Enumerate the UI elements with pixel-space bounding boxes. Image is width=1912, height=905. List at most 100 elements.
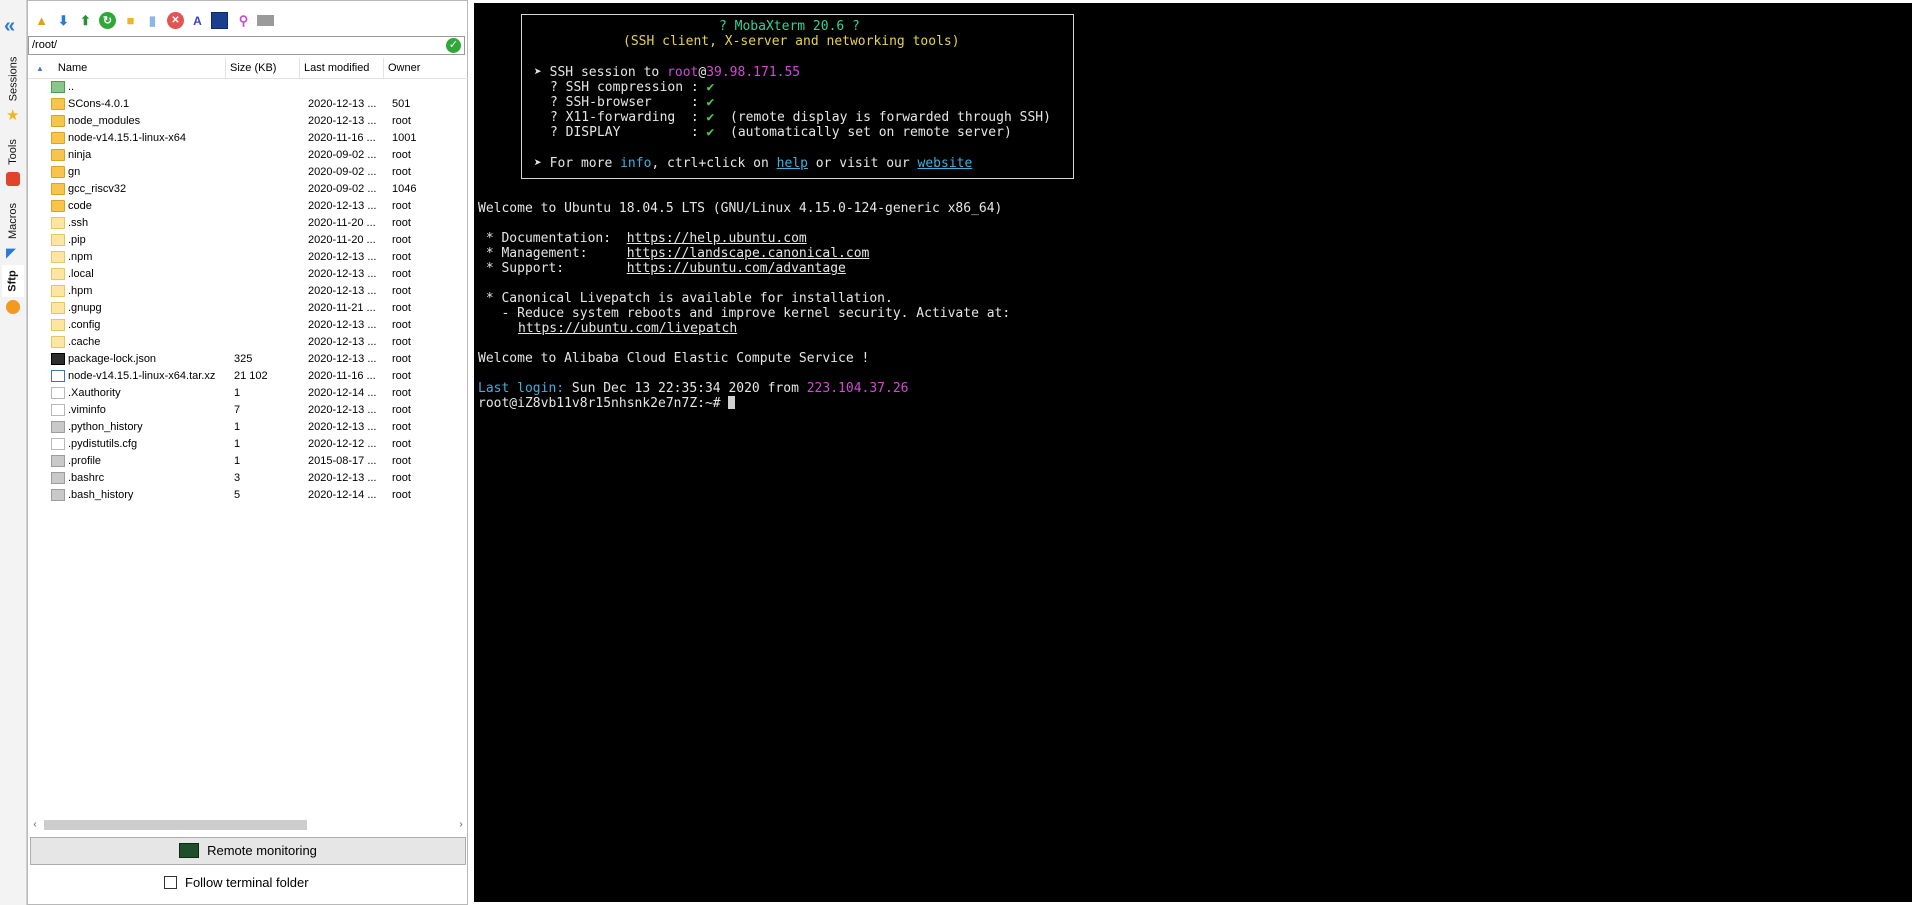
collapse-panel-icon[interactable]: « <box>4 16 15 36</box>
file-row[interactable]: .viminfo 7 2020-12-13 ... root <box>28 402 468 419</box>
path-field[interactable]: /root/ ✓ <box>28 36 465 55</box>
refresh-icon[interactable]: ↻ <box>99 12 116 29</box>
new-file-icon[interactable]: ▮ <box>144 12 161 29</box>
file-modified: 2020-12-14 ... <box>308 489 377 501</box>
management-line: * Management: https://landscape.canonica… <box>478 246 870 261</box>
file-row[interactable]: gn 2020-09-02 ... root <box>28 164 468 181</box>
terminal[interactable]: ? MobaXterm 20.6 ? (SSH client, X-server… <box>474 3 1912 902</box>
file-row[interactable]: .Xauthority 1 2020-12-14 ... root <box>28 385 468 402</box>
folder-icon <box>51 132 65 144</box>
file-owner: root <box>392 200 411 212</box>
remote-monitoring-button[interactable]: Remote monitoring <box>30 837 466 865</box>
parent-folder-icon <box>51 81 65 93</box>
file-row[interactable]: .config 2020-12-13 ... root <box>28 317 468 334</box>
management-link[interactable]: https://landscape.canonical.com <box>627 246 870 261</box>
info-link[interactable]: info <box>620 156 651 171</box>
sftp-toolbar: ▲ ⬇ ⬆ ↻ ■ ▮ ✕ A ⚲ <box>28 6 468 36</box>
column-name[interactable]: ▲ Name <box>28 58 226 78</box>
star-icon: ★ <box>6 107 20 124</box>
file-row[interactable]: node_modules 2020-12-13 ... root <box>28 113 468 130</box>
horizontal-scrollbar[interactable]: ‹ › <box>28 817 468 833</box>
scroll-track[interactable] <box>44 820 449 830</box>
gray-file-icon <box>51 421 65 433</box>
website-link[interactable]: website <box>918 156 973 171</box>
file-modified: 2015-08-17 ... <box>308 455 377 467</box>
scroll-right-icon[interactable]: › <box>454 817 468 833</box>
file-row[interactable]: .hpm 2020-12-13 ... root <box>28 283 468 300</box>
file-row[interactable]: .pydistutils.cfg 1 2020-12-12 ... root <box>28 436 468 453</box>
file-row[interactable]: .profile 1 2015-08-17 ... root <box>28 453 468 470</box>
monitor-icon <box>179 843 200 859</box>
file-row[interactable]: ninja 2020-09-02 ... root <box>28 147 468 164</box>
upload-icon[interactable]: ⬆ <box>77 12 94 29</box>
file-row[interactable]: .bash_history 5 2020-12-14 ... root <box>28 487 468 504</box>
file-row[interactable]: .pip 2020-11-20 ... root <box>28 232 468 249</box>
parent-directory-icon[interactable]: ▲ <box>33 12 50 29</box>
file-owner: root <box>392 251 411 263</box>
file-row[interactable]: SCons-4.0.1 2020-12-13 ... 501 <box>28 96 468 113</box>
file-row[interactable]: node-v14.15.1-linux-x64.tar.xz 21 102 2020… <box>28 368 468 385</box>
hidden-folder-icon <box>51 285 65 297</box>
column-size-label: Size (KB) <box>230 62 277 74</box>
scroll-thumb[interactable] <box>44 820 307 830</box>
column-modified[interactable]: Last modified <box>300 58 384 78</box>
welcome-ubuntu: Welcome to Ubuntu 18.04.5 LTS (GNU/Linux… <box>478 201 1003 216</box>
file-modified: 2020-12-13 ... <box>308 404 377 416</box>
file-name: .ssh <box>68 217 89 229</box>
tools-icon <box>6 172 20 186</box>
file-size: 325 <box>234 353 253 365</box>
gray-file-icon <box>51 455 65 467</box>
new-folder-icon[interactable]: ■ <box>122 12 139 29</box>
prompt-line[interactable]: root@iZ8vb11v8r15nhsnk2e7n7Z:~# <box>478 396 736 411</box>
link-icon[interactable]: ⚲ <box>235 12 252 29</box>
file-row[interactable]: .. <box>28 79 468 96</box>
show-hidden-icon[interactable] <box>211 12 228 29</box>
file-row[interactable]: .bashrc 3 2020-12-13 ... root <box>28 470 468 487</box>
follow-terminal-folder[interactable]: Follow terminal folder <box>164 874 309 892</box>
delete-icon[interactable]: ✕ <box>167 12 184 29</box>
documentation-line: * Documentation: https://help.ubuntu.com <box>478 231 807 246</box>
file-modified: 2020-12-13 ... <box>308 285 377 297</box>
remote-monitoring-label: Remote monitoring <box>207 843 317 858</box>
file-name: gcc_riscv32 <box>68 183 127 195</box>
file-row[interactable]: .local 2020-12-13 ... root <box>28 266 468 283</box>
file-row[interactable]: node-v14.15.1-linux-x64 2020-11-16 ... 100… <box>28 130 468 147</box>
download-icon[interactable]: ⬇ <box>55 12 72 29</box>
scroll-left-icon[interactable]: ‹ <box>28 817 42 833</box>
support-link[interactable]: https://ubuntu.com/advantage <box>627 261 846 276</box>
livepatch-line-2: - Reduce system reboots and improve kern… <box>478 306 1011 321</box>
file-size: 21 102 <box>234 370 268 382</box>
column-owner[interactable]: Owner <box>384 58 468 78</box>
column-size[interactable]: Size (KB) <box>226 58 300 78</box>
rename-icon[interactable]: A <box>189 12 206 29</box>
file-modified: 2020-11-16 ... <box>308 132 376 144</box>
tab-sessions[interactable]: Sessions <box>2 52 24 106</box>
file-row[interactable]: code 2020-12-13 ... root <box>28 198 468 215</box>
file-modified: 2020-12-13 ... <box>308 472 377 484</box>
archive-file-icon <box>51 370 65 382</box>
file-row[interactable]: .gnupg 2020-11-21 ... root <box>28 300 468 317</box>
follow-terminal-checkbox[interactable] <box>164 876 177 890</box>
livepatch-link[interactable]: https://ubuntu.com/livepatch <box>518 321 737 336</box>
file-row[interactable]: package-lock.json 325 2020-12-13 ... root <box>28 351 468 368</box>
file-owner: root <box>392 370 411 382</box>
file-owner: root <box>392 319 411 331</box>
file-owner: root <box>392 455 411 467</box>
file-row[interactable]: .python_history 1 2020-12-13 ... root <box>28 419 468 436</box>
file-row[interactable]: .npm 2020-12-13 ... root <box>28 249 468 266</box>
help-link[interactable]: help <box>777 156 808 171</box>
tab-sftp[interactable]: Sftp <box>2 265 24 297</box>
file-row[interactable]: gcc_riscv32 2020-09-02 ... 1046 <box>28 181 468 198</box>
ssh-session-line: ➤ SSH session to root@39.98.171.55 <box>534 65 801 80</box>
path-confirm-icon[interactable]: ✓ <box>446 38 461 53</box>
tab-macros[interactable]: Macros <box>2 195 24 247</box>
documentation-link[interactable]: https://help.ubuntu.com <box>627 231 807 246</box>
tab-tools[interactable]: Tools <box>2 132 24 172</box>
terminal-icon[interactable] <box>257 15 274 26</box>
welcome-alibaba: Welcome to Alibaba Cloud Elastic Compute… <box>478 351 870 366</box>
file-modified: 2020-09-02 ... <box>308 166 377 178</box>
file-row[interactable]: .cache 2020-12-13 ... root <box>28 334 468 351</box>
tab-tools-label: Tools <box>7 139 19 165</box>
file-row[interactable]: .ssh 2020-11-20 ... root <box>28 215 468 232</box>
file-name: .bashrc <box>68 472 105 484</box>
